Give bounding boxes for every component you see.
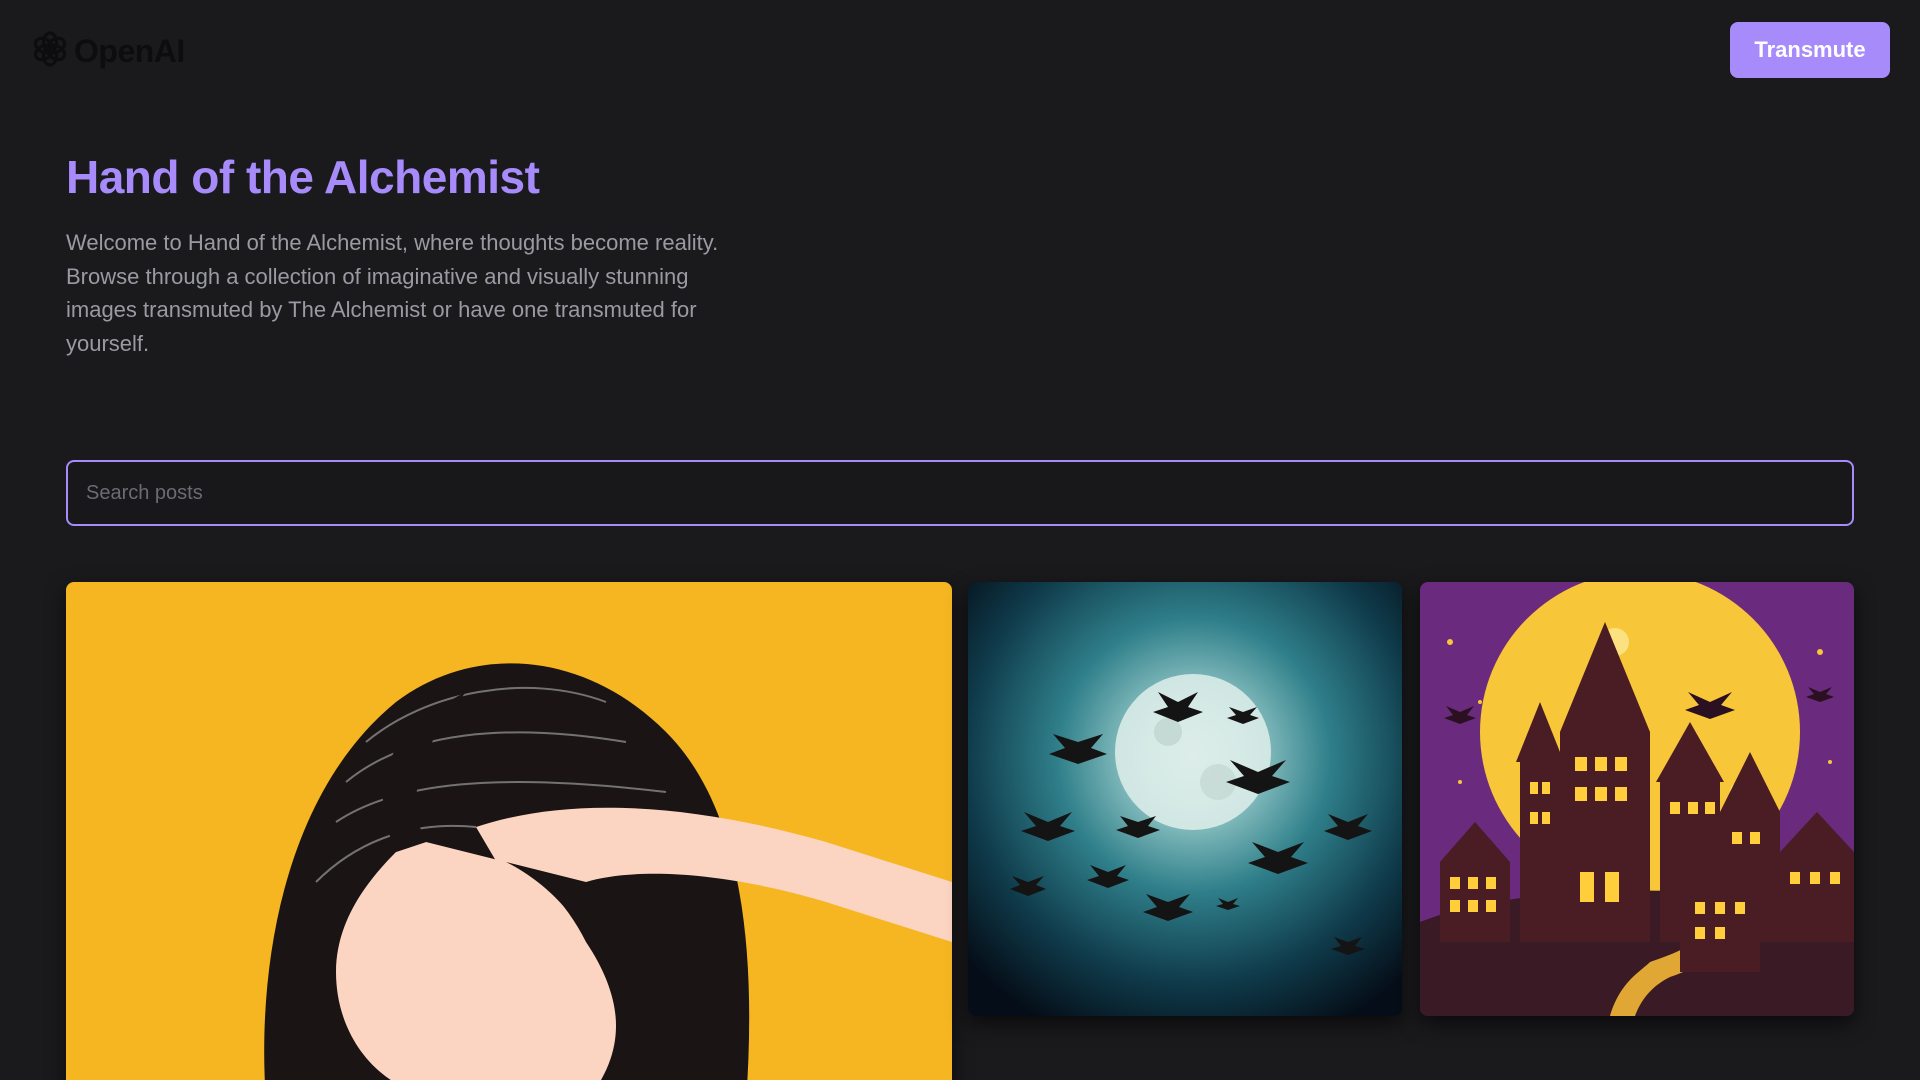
page-description: Welcome to Hand of the Alchemist, where … [66, 230, 719, 356]
page-title: Hand of the Alchemist [66, 151, 540, 203]
gallery-card-bats-moon[interactable] [968, 582, 1402, 1016]
bats-moon-image [968, 582, 1402, 1016]
hero-section: Hand of the Alchemist Welcome to Hand of… [66, 150, 766, 360]
search-input[interactable] [66, 460, 1854, 526]
logo[interactable]: OpenAI [30, 30, 185, 72]
logo-text: OpenAI [74, 32, 185, 69]
transmute-button[interactable]: Transmute [1730, 22, 1890, 78]
woman-pointing-image [66, 582, 952, 1080]
openai-logo-icon [30, 29, 70, 74]
gallery-card-woman-pointing[interactable] [66, 582, 952, 1080]
gallery-card-halloween-town[interactable] [1420, 582, 1854, 1016]
halloween-town-image [1420, 582, 1854, 1016]
site-header: OpenAI Transmute [0, 0, 1920, 100]
